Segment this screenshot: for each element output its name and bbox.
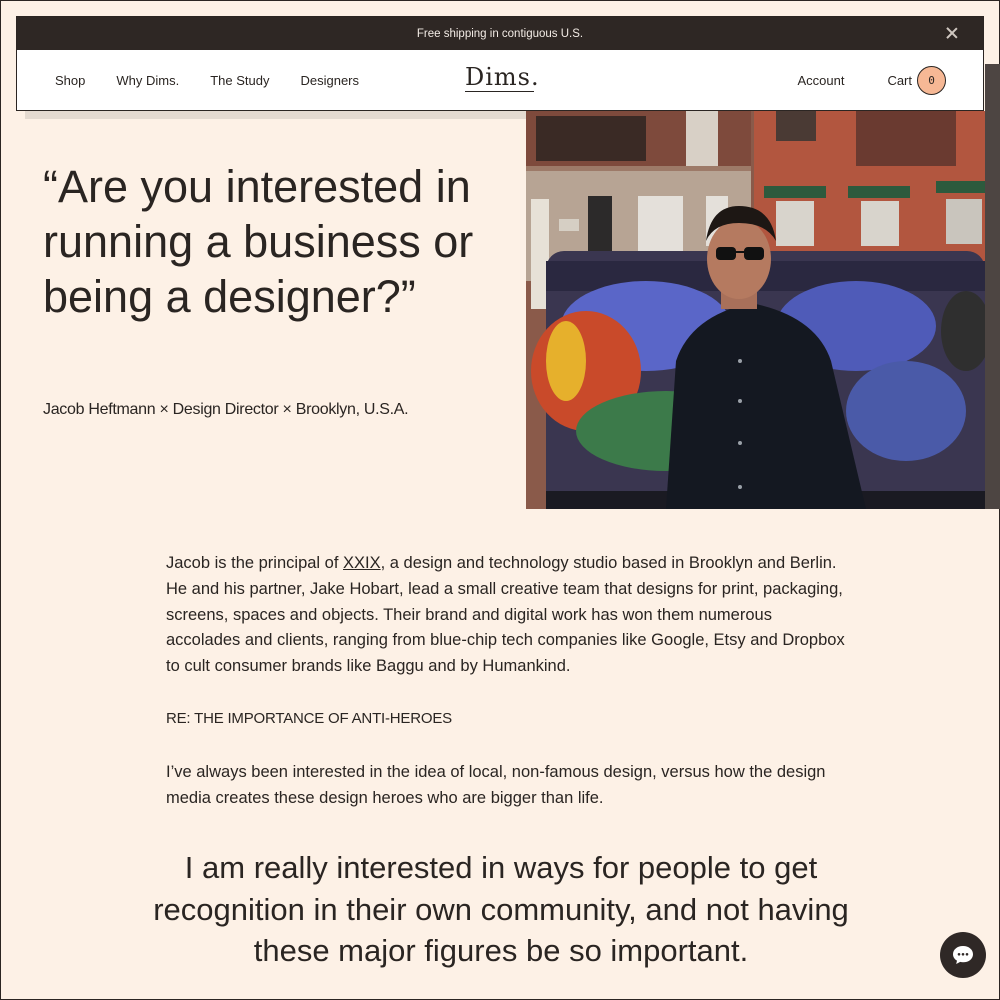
- nav-right: Account Cart 0: [797, 66, 946, 95]
- article-body: Jacob is the principal of XXIX, a design…: [166, 551, 846, 837]
- edge-strip: [985, 64, 1000, 509]
- body-paragraph-2: I’ve always been interested in the idea …: [166, 762, 826, 807]
- header-shadow: [25, 111, 526, 119]
- nav-links: Shop Why Dims. The Study Designers: [55, 73, 390, 88]
- nav-link-shop[interactable]: Shop: [55, 73, 85, 88]
- close-icon[interactable]: [943, 24, 961, 42]
- nav-link-why-dims[interactable]: Why Dims.: [116, 73, 179, 88]
- hero-attribution: Jacob Heftmann × Design Director × Brook…: [43, 401, 409, 418]
- nav-link-designers[interactable]: Designers: [300, 73, 359, 88]
- xxix-link[interactable]: XXIX: [343, 554, 381, 572]
- nav-link-the-study[interactable]: The Study: [210, 73, 269, 88]
- designer-portrait-photo: [526, 111, 985, 509]
- hero-quote: “Are you interested in running a busines…: [43, 161, 474, 322]
- section-heading: RE: THE IMPORTANCE OF ANTI-HEROES: [166, 709, 452, 727]
- chat-icon: [953, 946, 973, 964]
- main-nav: Shop Why Dims. The Study Designers Dims.…: [17, 50, 983, 110]
- intro-text-end: , a design and technology studio based i…: [166, 554, 845, 676]
- promo-text: Free shipping in contiguous U.S.: [416, 27, 584, 40]
- chat-button[interactable]: [940, 932, 986, 978]
- intro-paragraph: Jacob is the principal of XXIX, a design…: [166, 551, 846, 680]
- site-header: Free shipping in contiguous U.S. Shop Wh…: [16, 16, 984, 111]
- cart-count-badge[interactable]: 0: [917, 66, 946, 95]
- logo[interactable]: Dims.: [465, 63, 540, 92]
- account-link[interactable]: Account: [797, 73, 844, 88]
- intro-text-start: Jacob is the principal of: [166, 554, 344, 572]
- pull-quote: I am really interested in ways for peopl…: [153, 850, 849, 968]
- cart-link[interactable]: Cart: [887, 73, 912, 88]
- promo-bar: Free shipping in contiguous U.S.: [17, 17, 983, 50]
